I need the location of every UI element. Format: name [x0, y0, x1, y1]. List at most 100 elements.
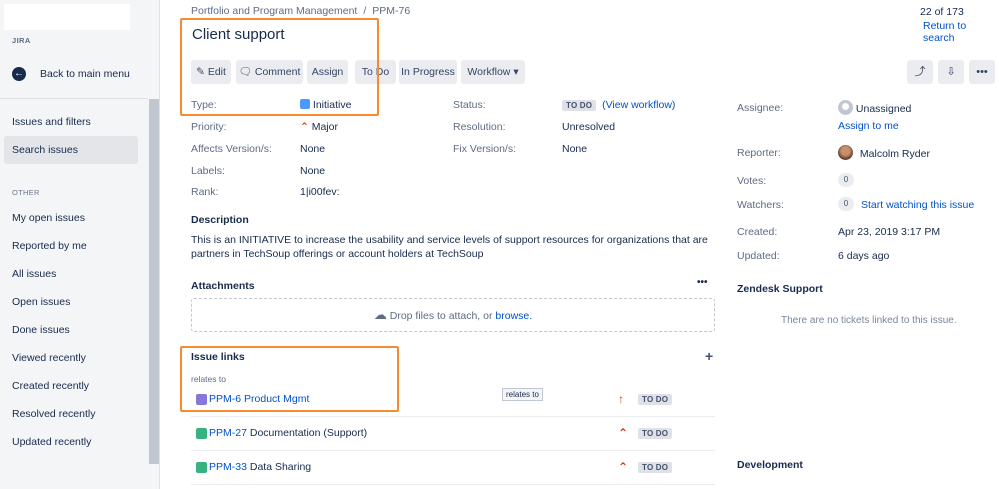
in-progress-transition-button[interactable]: In Progress — [399, 60, 457, 84]
issue-link[interactable]: PPM-27 Documentation (Support) — [209, 427, 367, 439]
sidebar: JIRA ← Back to main menu Issues and filt… — [0, 0, 160, 489]
chevron-down-icon: ▾ — [513, 66, 519, 78]
reporter-label: Reporter: — [737, 147, 781, 159]
highlight-box-header — [180, 18, 379, 116]
breadcrumb: Portfolio and Program Management / PPM-76 — [191, 5, 410, 17]
priority-value-text: Major — [311, 121, 338, 133]
priority-major-icon: ⌃ — [618, 426, 629, 440]
story-icon — [196, 462, 207, 473]
reporter-name: Malcolm Ryder — [859, 148, 930, 160]
app-label: JIRA — [12, 36, 31, 45]
resolution-value: Unresolved — [562, 121, 616, 133]
issues-filters-heading: Issues and filters — [12, 116, 91, 128]
logo — [4, 4, 130, 30]
rank-value: 1|i00fev: — [300, 186, 340, 198]
priority-value: ⌃ Major — [300, 121, 338, 133]
issue-link-summary[interactable]: Data Sharing — [250, 461, 311, 473]
back-to-main-menu[interactable]: ← Back to main menu — [12, 65, 130, 83]
created-value: Apr 23, 2019 3:17 PM — [838, 226, 941, 238]
priority-label: Priority: — [191, 121, 227, 133]
priority-major-icon: ⌃ — [300, 121, 309, 133]
return-to-search-link[interactable]: Return to search — [923, 20, 999, 44]
labels-label: Labels: — [191, 165, 225, 177]
sidebar-item-created-recently[interactable]: Created recently — [12, 380, 89, 392]
sidebar-item-search-issues[interactable]: Search issues — [4, 136, 138, 164]
status-badge: TO DO — [638, 428, 673, 439]
more-actions-button[interactable]: ••• — [969, 60, 995, 84]
issue-link-key[interactable]: PPM-33 — [209, 461, 247, 473]
description-line-2: partners in TechSoup offerings or accoun… — [191, 248, 484, 260]
highlight-box-issue-links — [180, 346, 399, 412]
watchers-count[interactable]: 0 — [838, 197, 854, 211]
status-badge: TO DO — [638, 462, 673, 473]
assignee-value: Unassigned — [838, 100, 911, 115]
sidebar-item-all-issues[interactable]: All issues — [12, 268, 56, 280]
sidebar-item-done-issues[interactable]: Done issues — [12, 324, 70, 336]
priority-highest-icon: ↑ — [618, 392, 624, 406]
attachment-dropzone[interactable]: ☁ Drop files to attach, or browse. — [191, 298, 715, 332]
rank-label: Rank: — [191, 186, 219, 198]
issue-link-summary[interactable]: Documentation (Support) — [250, 427, 367, 439]
resolution-label: Resolution: — [453, 121, 506, 133]
story-icon — [196, 428, 207, 439]
avatar — [838, 145, 853, 160]
updated-value: 6 days ago — [838, 250, 890, 262]
status-value: TO DO (View workflow) — [562, 99, 675, 111]
share-icon[interactable]: ⤴ — [907, 60, 933, 84]
issue-link-key[interactable]: PPM-27 — [209, 427, 247, 439]
fix-version-label: Fix Version/s: — [453, 143, 517, 155]
sidebar-item-reported-by-me[interactable]: Reported by me — [12, 240, 87, 252]
view-workflow-link[interactable]: (View workflow) — [602, 99, 675, 111]
export-icon[interactable]: ⇩ — [938, 60, 964, 84]
sidebar-item-viewed-recently[interactable]: Viewed recently — [12, 352, 86, 364]
workflow-label: Workflow — [467, 66, 511, 78]
sidebar-item-my-open-issues[interactable]: My open issues — [12, 212, 85, 224]
issue-link-row[interactable]: PPM-33 Data Sharing ⌃ TO DO — [191, 451, 715, 485]
start-watching-link[interactable]: Start watching this issue — [861, 199, 974, 211]
attachments-heading: Attachments — [191, 280, 255, 292]
status-label: Status: — [453, 99, 486, 111]
browse-link[interactable]: browse. — [495, 310, 532, 322]
avatar — [838, 100, 853, 115]
breadcrumb-separator: / — [363, 5, 367, 17]
affects-version-label: Affects Version/s: — [191, 143, 272, 155]
add-link-button[interactable]: + — [705, 348, 713, 364]
assignee-name: Unassigned — [855, 103, 912, 115]
development-heading: Development — [737, 459, 803, 471]
issue-link-row[interactable]: PPM-27 Documentation (Support) ⌃ TO DO — [191, 417, 715, 451]
zendesk-empty-text: There are no tickets linked to this issu… — [781, 315, 957, 326]
votes-label: Votes: — [737, 175, 767, 187]
workflow-dropdown[interactable]: Workflow ▾ — [461, 60, 525, 84]
attachments-more-button[interactable]: ••• — [697, 277, 708, 288]
zendesk-heading: Zendesk Support — [737, 283, 823, 295]
issue-pager: 22 of 173 — [920, 6, 964, 18]
back-label: Back to main menu — [40, 68, 130, 80]
created-label: Created: — [737, 226, 778, 238]
sidebar-item-updated-recently[interactable]: Updated recently — [12, 436, 91, 448]
sidebar-scrollbar[interactable] — [149, 99, 159, 464]
breadcrumb-project-link[interactable]: Portfolio and Program Management — [191, 5, 357, 17]
assignee-label: Assignee: — [737, 102, 784, 114]
sidebar-item-open-issues[interactable]: Open issues — [12, 296, 70, 308]
status-badge: TO DO — [638, 394, 673, 405]
breadcrumb-issue-link[interactable]: PPM-76 — [372, 5, 410, 17]
sidebar-divider — [0, 98, 148, 99]
drop-text: Drop files to attach, or — [389, 310, 493, 322]
assign-to-me-link[interactable]: Assign to me — [838, 120, 899, 132]
issue-link[interactable]: PPM-33 Data Sharing — [209, 461, 311, 473]
other-heading: OTHER — [12, 188, 40, 197]
sidebar-item-resolved-recently[interactable]: Resolved recently — [12, 408, 95, 420]
watchers-label: Watchers: — [737, 199, 784, 211]
reporter-value: Malcolm Ryder — [838, 145, 930, 160]
description-text: This is an INITIATIVE to increase the us… — [191, 233, 711, 261]
description-line-1: This is an INITIATIVE to increase the us… — [191, 234, 708, 246]
cloud-upload-icon: ☁ — [373, 307, 387, 322]
relates-to-tooltip: relates to — [502, 388, 543, 401]
fix-version-value: None — [562, 143, 588, 155]
affects-version-value: None — [300, 143, 326, 155]
labels-value: None — [300, 165, 326, 177]
status-badge: TO DO — [562, 100, 597, 111]
updated-label: Updated: — [737, 250, 780, 262]
votes-count[interactable]: 0 — [838, 173, 854, 187]
description-heading: Description — [191, 214, 249, 226]
